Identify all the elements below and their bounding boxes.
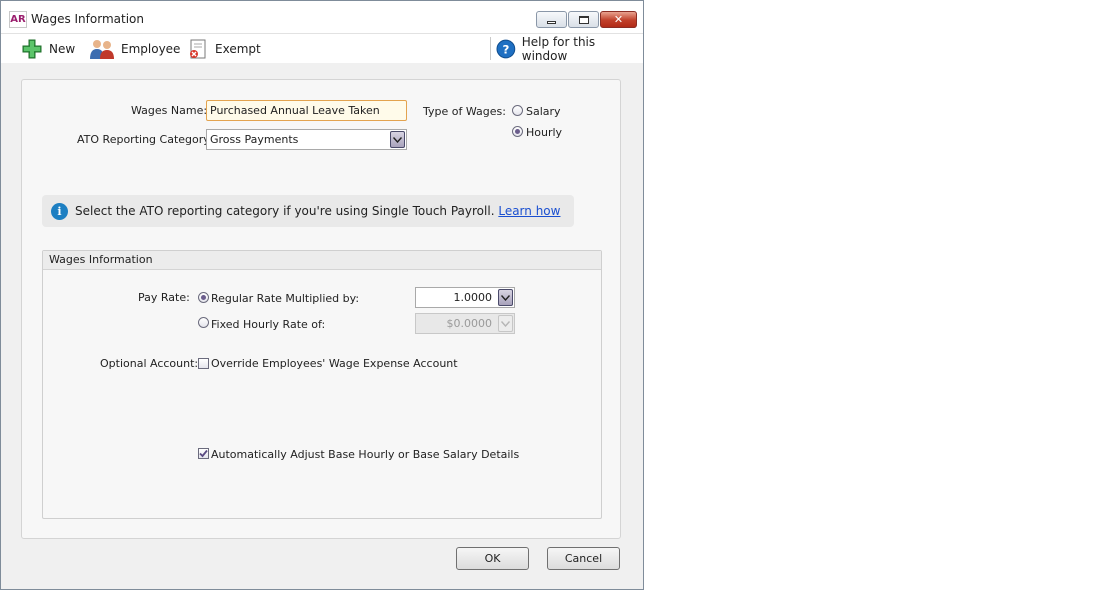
chevron-down-icon[interactable]	[390, 131, 405, 148]
hourly-radio[interactable]	[512, 126, 523, 137]
wages-name-input[interactable]	[206, 100, 407, 121]
employee-button[interactable]: Employee	[89, 37, 180, 61]
chevron-down-icon[interactable]	[498, 289, 513, 306]
toolbar-divider	[490, 37, 491, 60]
minimize-icon	[547, 20, 556, 24]
plus-icon	[22, 39, 42, 59]
chevron-down-icon	[498, 315, 513, 332]
title-bar[interactable]: AR Wages Information ✕	[1, 1, 643, 34]
info-banner-text: Select the ATO reporting category if you…	[75, 204, 560, 218]
auto-adjust-checkbox[interactable]	[198, 448, 209, 459]
close-button[interactable]: ✕	[600, 11, 637, 28]
close-icon: ✕	[613, 13, 624, 26]
minimize-button[interactable]	[536, 11, 567, 28]
pay-rate-label: Pay Rate:	[138, 291, 190, 304]
group-title: Wages Information	[43, 251, 601, 270]
ato-category-label: ATO Reporting Category:	[77, 133, 213, 146]
help-icon: ?	[496, 39, 516, 59]
employee-button-label: Employee	[121, 42, 181, 56]
people-icon	[90, 40, 114, 59]
regular-rate-label: Regular Rate Multiplied by:	[211, 292, 360, 305]
info-icon: i	[51, 203, 68, 220]
hourly-radio-label: Hourly	[526, 126, 563, 139]
auto-adjust-label: Automatically Adjust Base Hourly or Base…	[211, 448, 520, 461]
override-wage-expense-label: Override Employees' Wage Expense Account	[211, 357, 458, 370]
ato-category-select[interactable]: Gross Payments	[206, 129, 407, 150]
info-message: Select the ATO reporting category if you…	[75, 204, 495, 218]
exempt-document-icon	[190, 39, 206, 59]
new-button[interactable]: New	[21, 37, 75, 61]
regular-rate-value: 1.0000	[453, 291, 493, 304]
type-of-wages-label: Type of Wages:	[423, 105, 506, 118]
maximize-icon	[578, 15, 589, 24]
fixed-hourly-rate-value: $0.0000	[446, 317, 493, 330]
ato-category-value: Gross Payments	[210, 133, 299, 146]
ok-button[interactable]: OK	[456, 547, 529, 570]
new-button-label: New	[49, 42, 76, 56]
cancel-button[interactable]: Cancel	[547, 547, 620, 570]
wages-information-group: Wages Information Pay Rate: Regular Rate…	[42, 250, 602, 519]
salary-radio[interactable]	[512, 105, 523, 116]
exempt-button-label: Exempt	[215, 42, 261, 56]
help-button-label: Help for this window	[521, 35, 596, 63]
svg-text:?: ?	[502, 42, 509, 56]
toolbar: New Employee Exempt ? Help for this wind…	[1, 34, 643, 63]
maximize-button[interactable]	[568, 11, 599, 28]
fixed-hourly-rate-radio[interactable]	[198, 317, 209, 328]
info-banner: i Select the ATO reporting category if y…	[42, 195, 574, 227]
regular-rate-multiplier-select[interactable]: 1.0000	[415, 287, 515, 308]
wages-information-window: AR Wages Information ✕ New Employee Exem…	[0, 0, 644, 590]
wages-name-label: Wages Name:	[131, 104, 208, 117]
exempt-button[interactable]: Exempt	[187, 37, 261, 61]
main-panel: Wages Name: ATO Reporting Category: Gros…	[21, 79, 621, 539]
fixed-hourly-rate-select: $0.0000	[415, 313, 515, 334]
fixed-hourly-rate-label: Fixed Hourly Rate of:	[211, 318, 326, 331]
override-wage-expense-checkbox[interactable]	[198, 358, 209, 369]
help-button[interactable]: ? Help for this window	[496, 35, 643, 63]
salary-radio-label: Salary	[526, 105, 561, 118]
optional-account-label: Optional Account:	[100, 357, 199, 370]
window-title: Wages Information	[31, 12, 144, 26]
app-logo-icon: AR	[9, 11, 27, 28]
learn-how-link[interactable]: Learn how	[498, 204, 560, 218]
regular-rate-radio[interactable]	[198, 292, 209, 303]
